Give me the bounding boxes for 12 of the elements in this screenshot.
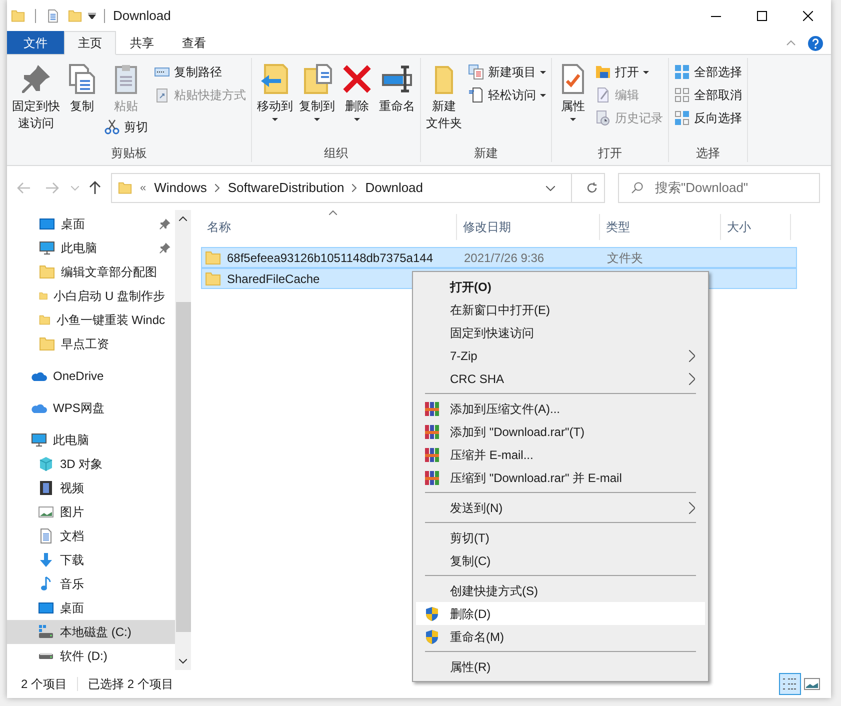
file-name: SharedFileCache <box>227 270 320 288</box>
window-title: Download <box>113 7 171 26</box>
file-name: 68f5efeea93126b1051148db7375a144 <box>227 250 433 266</box>
date-cell-text: 2021/7/26 9:36 <box>463 250 546 266</box>
status-text: 2 个项目 <box>21 676 68 693</box>
status-text: 已选择 2 个项目 <box>88 676 174 693</box>
type-cell-text: 文件夹 <box>606 250 644 266</box>
group-label: 组织 <box>323 145 349 162</box>
group-label: 打开 <box>597 145 623 162</box>
group-label: 新建 <box>473 145 499 162</box>
group-label: 选择 <box>695 145 721 162</box>
group-label: 剪贴板 <box>110 145 148 162</box>
